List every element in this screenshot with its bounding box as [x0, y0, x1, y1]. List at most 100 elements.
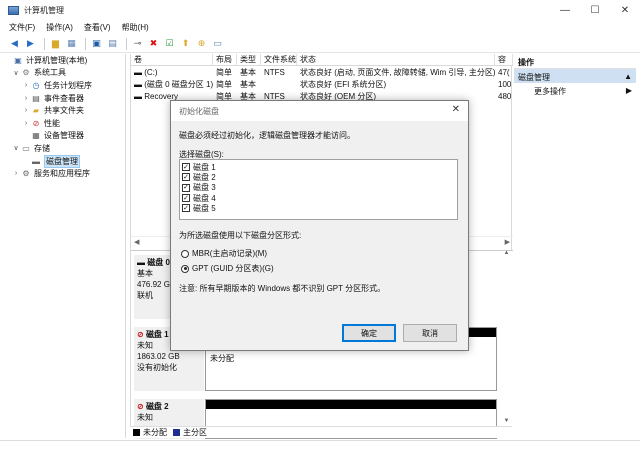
disk-checkbox-label: 磁盘 5: [193, 203, 216, 213]
scroll-right-icon[interactable]: ▶: [505, 238, 510, 246]
disk-management-icon: ▬: [32, 156, 40, 166]
computer-management-icon: [8, 5, 19, 15]
checkbox[interactable]: ✓: [182, 173, 190, 182]
disk-name: 磁盘 2: [145, 402, 169, 411]
properties-icon[interactable]: ▤: [106, 38, 119, 50]
minimize-button[interactable]: —: [550, 0, 580, 20]
expand-icon[interactable]: ›: [22, 120, 30, 127]
expand-icon[interactable]: ∨: [12, 144, 20, 152]
radio-button[interactable]: [181, 249, 189, 258]
expand-icon[interactable]: ∨: [12, 69, 20, 77]
search-folder-icon[interactable]: ⊕: [195, 38, 208, 50]
volume-capacity: 47(: [498, 68, 510, 77]
expand-icon[interactable]: ›: [22, 107, 30, 114]
column-capacity[interactable]: 容: [495, 54, 513, 65]
dialog-title-bar: 初始化磁盘 ✕: [171, 101, 468, 121]
menu-file[interactable]: 文件(F): [9, 22, 35, 33]
volume-name: (磁盘 0 磁盘分区 1): [144, 80, 213, 89]
tree-item-label: 设备管理器: [44, 131, 84, 141]
radio-button[interactable]: [181, 264, 189, 273]
table-row[interactable]: ▬ (C:) 简单 基本 NTFS 状态良好 (启动, 页面文件, 故障转储, …: [131, 68, 513, 78]
column-layout[interactable]: 布局: [213, 54, 237, 65]
delete-icon[interactable]: ✖: [147, 38, 160, 50]
close-button[interactable]: ✕: [610, 0, 640, 20]
forward-icon[interactable]: ▶: [24, 38, 37, 50]
tools-icon: ⚙: [22, 68, 30, 78]
tree-item-device-manager[interactable]: ▦ 设备管理器: [4, 130, 125, 143]
tree-item-performance[interactable]: › ⊘ 性能: [4, 117, 125, 130]
tree-item-label: 任务计划程序: [44, 80, 92, 90]
disk-size: 1863.02 GB: [137, 352, 180, 361]
menu-action[interactable]: 操作(A): [46, 22, 73, 33]
tree-item-services-apps[interactable]: › ⚙ 服务和应用程序: [4, 167, 125, 180]
menu-view[interactable]: 查看(V): [84, 22, 111, 33]
dialog-close-icon[interactable]: ✕: [452, 104, 460, 115]
column-filesystem[interactable]: 文件系统: [261, 54, 297, 65]
tree-item-computer-management[interactable]: ▣ 计算机管理(本地): [4, 54, 125, 67]
collapse-icon[interactable]: ▲: [624, 72, 632, 83]
scroll-down-icon[interactable]: ▼: [502, 418, 511, 424]
show-hide-tree-icon[interactable]: ▦: [65, 38, 78, 50]
volume-capacity: 100: [498, 80, 512, 89]
up-folder-icon[interactable]: ▆: [49, 38, 62, 50]
dialog-intro: 磁盘必须经过初始化，逻辑磁盘管理器才能访问。: [179, 131, 355, 140]
disk-checkbox-item[interactable]: ✓ 磁盘 4: [182, 193, 457, 203]
more-actions-label: 更多操作: [534, 87, 566, 96]
tree-item-label: 计算机管理(本地): [26, 55, 88, 65]
storage-icon: ▭: [22, 143, 30, 153]
column-volume[interactable]: 卷: [131, 54, 213, 65]
expand-icon[interactable]: ›: [12, 170, 20, 177]
checkbox[interactable]: ✓: [182, 204, 190, 213]
expand-icon[interactable]: ›: [22, 82, 30, 89]
services-icon: ⚙: [22, 169, 30, 179]
connect-icon[interactable]: ⊸: [131, 38, 144, 50]
ok-button[interactable]: 确定: [342, 324, 396, 342]
gpt-radio-option[interactable]: GPT (GUID 分区表)(G): [181, 263, 274, 274]
computer-icon: ▣: [14, 55, 22, 65]
menu-bar: 文件(F) 操作(A) 查看(V) 帮助(H): [0, 20, 640, 35]
disk-checkbox-item[interactable]: ✓ 磁盘 1: [182, 162, 457, 172]
expand-icon[interactable]: ›: [22, 95, 30, 102]
disk-type: 未知: [137, 413, 153, 422]
mbr-radio-option[interactable]: MBR(主启动记录)(M): [181, 248, 267, 259]
check-icon[interactable]: ☑: [163, 38, 176, 50]
cancel-button[interactable]: 取消: [403, 324, 457, 342]
partition-status: 未分配: [210, 354, 234, 363]
vertical-scrollbar[interactable]: ▲ ▼: [502, 250, 511, 438]
volume-name: (C:): [144, 68, 158, 77]
disk-name: 磁盘 1: [145, 330, 169, 339]
disk-checkbox-item[interactable]: ✓ 磁盘 2: [182, 172, 457, 182]
shared-folder-icon: ▰: [32, 106, 40, 116]
tree-item-disk-management[interactable]: ▬ 磁盘管理: [4, 154, 125, 168]
checkbox[interactable]: ✓: [182, 183, 190, 192]
table-row[interactable]: ▬ (磁盘 0 磁盘分区 1) 简单 基本 状态良好 (EFI 系统分区) 10…: [131, 80, 513, 90]
disk-uninitialized-icon: ⊘: [137, 402, 146, 411]
view-icon[interactable]: ▭: [211, 38, 224, 50]
scroll-up-icon[interactable]: ▲: [502, 250, 511, 256]
volume-icon: ▬: [134, 68, 145, 77]
more-actions[interactable]: 更多操作 ▶: [514, 83, 636, 97]
tree-item-system-tools[interactable]: ∨ ⚙ 系统工具: [4, 67, 125, 80]
maximize-button[interactable]: ☐: [580, 0, 610, 20]
checkbox[interactable]: ✓: [182, 163, 190, 172]
help-icon[interactable]: ▣: [90, 38, 103, 50]
disk-checkbox-item[interactable]: ✓ 磁盘 5: [182, 203, 457, 213]
tree-item-label: 系统工具: [34, 68, 66, 78]
export-icon[interactable]: ⬆: [179, 38, 192, 50]
column-type[interactable]: 类型: [237, 54, 261, 65]
checkbox[interactable]: ✓: [182, 194, 190, 203]
actions-section-disk-management[interactable]: 磁盘管理 ▲: [514, 69, 636, 83]
back-icon[interactable]: ◀: [8, 38, 21, 50]
disk-checkbox-item[interactable]: ✓ 磁盘 3: [182, 183, 457, 193]
column-status[interactable]: 状态: [297, 54, 495, 65]
initialize-disk-dialog: 初始化磁盘 ✕ 磁盘必须经过初始化，逻辑磁盘管理器才能访问。 选择磁盘(S): …: [170, 100, 469, 351]
tree-item-storage[interactable]: ∨ ▭ 存储: [4, 142, 125, 155]
scroll-left-icon[interactable]: ◀: [134, 238, 139, 246]
menu-help[interactable]: 帮助(H): [122, 22, 149, 33]
actions-header: 操作: [514, 54, 636, 69]
tree-item-event-viewer[interactable]: › ▤ 事件查看器: [4, 92, 125, 105]
legend-label: 未分配: [143, 428, 167, 437]
disk-selection-list: ✓ 磁盘 1 ✓ 磁盘 2 ✓ 磁盘 3 ✓ 磁盘 4 ✓ 磁盘 5: [179, 159, 458, 220]
tree-item-shared-folders[interactable]: › ▰ 共享文件夹: [4, 104, 125, 117]
tree-item-task-scheduler[interactable]: › ◷ 任务计划程序: [4, 79, 125, 92]
